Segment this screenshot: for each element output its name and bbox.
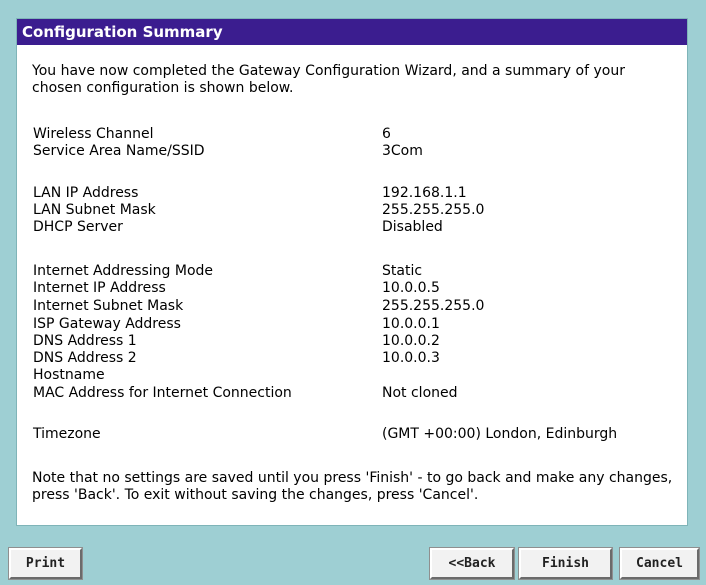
summary-value: 3Com: [382, 143, 423, 159]
summary-row-dns-1: DNS Address 1 10.0.0.2: [33, 333, 673, 350]
cancel-button[interactable]: Cancel: [619, 547, 700, 580]
summary-label: Wireless Channel: [33, 126, 154, 142]
summary-row-ssid: Service Area Name/SSID 3Com: [33, 143, 673, 160]
summary-label: Timezone: [33, 426, 101, 442]
summary-value: 10.0.0.1: [382, 316, 440, 332]
summary-row-lan-ip: LAN IP Address 192.168.1.1: [33, 185, 673, 202]
summary-row-timezone: Timezone (GMT +00:00) London, Edinburgh: [33, 426, 673, 443]
summary-label: LAN Subnet Mask: [33, 202, 156, 218]
summary-label: DHCP Server: [33, 219, 123, 235]
summary-label: Service Area Name/SSID: [33, 143, 205, 159]
summary-row-isp-gateway: ISP Gateway Address 10.0.0.1: [33, 316, 673, 333]
back-button[interactable]: <<Back: [429, 547, 515, 580]
summary-value: 255.255.255.0: [382, 202, 485, 218]
summary-label: Internet Subnet Mask: [33, 298, 184, 314]
summary-value: (GMT +00:00) London, Edinburgh: [382, 426, 618, 442]
summary-panel: Configuration Summary You have now compl…: [16, 18, 688, 526]
summary-value: 10.0.0.3: [382, 350, 440, 366]
summary-row-mac-clone: MAC Address for Internet Connection Not …: [33, 385, 673, 402]
summary-row-dhcp: DHCP Server Disabled: [33, 219, 673, 236]
summary-row-internet-ip: Internet IP Address 10.0.0.5: [33, 280, 673, 297]
summary-value: 6: [382, 126, 391, 142]
summary-label: DNS Address 2: [33, 350, 137, 366]
summary-value: Disabled: [382, 219, 443, 235]
summary-label: DNS Address 1: [33, 333, 137, 349]
summary-label: LAN IP Address: [33, 185, 139, 201]
summary-label: ISP Gateway Address: [33, 316, 181, 332]
summary-row-internet-subnet: Internet Subnet Mask 255.255.255.0: [33, 298, 673, 315]
print-button[interactable]: Print: [8, 547, 83, 580]
save-note: Note that no settings are saved until yo…: [32, 470, 673, 503]
summary-row-addressing-mode: Internet Addressing Mode Static: [33, 263, 673, 280]
summary-value: 10.0.0.2: [382, 333, 440, 349]
summary-label: Internet Addressing Mode: [33, 263, 214, 279]
summary-row-hostname: Hostname: [33, 367, 673, 384]
summary-value: 192.168.1.1: [382, 185, 467, 201]
summary-label: Internet IP Address: [33, 280, 166, 296]
page-title: Configuration Summary: [17, 19, 687, 45]
intro-text: You have now completed the Gateway Confi…: [32, 63, 625, 96]
summary-label: MAC Address for Internet Connection: [33, 385, 292, 401]
summary-value: Static: [382, 263, 423, 279]
summary-label: Hostname: [33, 367, 105, 383]
finish-button[interactable]: Finish: [518, 547, 613, 580]
summary-value: 255.255.255.0: [382, 298, 485, 314]
summary-row-dns-2: DNS Address 2 10.0.0.3: [33, 350, 673, 367]
summary-value: 10.0.0.5: [382, 280, 440, 296]
summary-row-wireless-channel: Wireless Channel 6: [33, 126, 673, 143]
summary-row-lan-subnet: LAN Subnet Mask 255.255.255.0: [33, 202, 673, 219]
summary-value: Not cloned: [382, 385, 458, 401]
